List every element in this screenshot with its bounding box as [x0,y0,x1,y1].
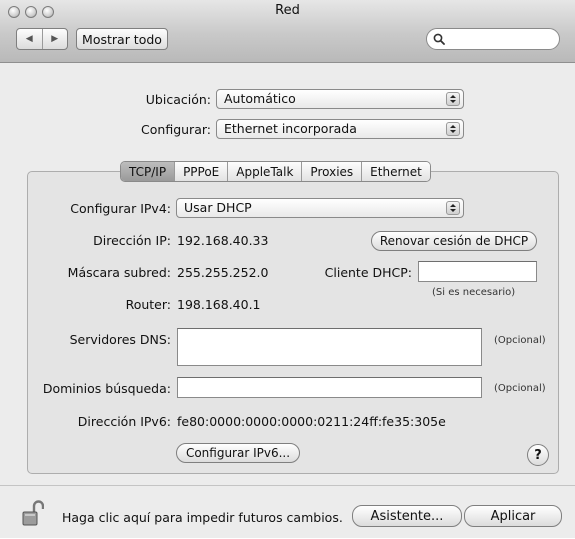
configure-ipv4-value: Usar DHCP [184,200,252,215]
window-title: Red [275,3,300,18]
configure-ipv4-popup[interactable]: Usar DHCP [176,198,464,218]
dhcp-client-field[interactable] [418,261,537,282]
popup-arrows-icon [446,201,460,215]
popup-arrows-icon [446,92,460,106]
dns-servers-label: Servidores DNS: [69,332,171,347]
network-preferences-window: Red ◀ ▶ Mostrar todo Ubicación: Automáti… [0,0,575,538]
dns-servers-field[interactable] [177,328,482,366]
router-value: 198.168.40.1 [177,297,261,312]
lock-open-icon[interactable] [22,500,44,528]
show-popup[interactable]: Ethernet incorporada [216,119,464,139]
dhcp-client-label: Cliente DHCP: [324,265,412,280]
back-arrow-icon[interactable]: ◀ [17,29,42,49]
search-icon [433,33,445,45]
title-bar: Red ◀ ▶ Mostrar todo [0,0,575,63]
popup-arrows-icon [446,122,460,136]
tab-proxies[interactable]: Proxies [301,162,362,181]
if-required-note: (Si es necesario) [432,287,516,298]
ipv6-address-label: Dirección IPv6: [77,414,171,429]
show-value: Ethernet incorporada [224,121,357,136]
configure-ipv6-button[interactable]: Configurar IPv6... [176,443,300,463]
show-all-button[interactable]: Mostrar todo [76,28,168,50]
dns-optional-note: (Opcional) [494,335,546,346]
help-icon[interactable]: ? [527,444,549,466]
tab-pppoe[interactable]: PPPoE [174,162,228,181]
search-domains-label: Dominios búsqueda: [42,381,171,396]
subnet-mask-value: 255.255.252.0 [177,265,269,280]
forward-arrow-icon[interactable]: ▶ [41,29,68,49]
assistant-button[interactable]: Asistente... [352,505,462,527]
ipv6-address-value: fe80:0000:0000:0000:0211:24ff:fe35:305e [177,414,446,429]
configure-ipv4-label: Configurar IPv4: [70,201,171,216]
lock-message[interactable]: Haga clic aquí para impedir futuros camb… [62,510,343,525]
search-input[interactable] [447,31,555,49]
renew-dhcp-lease-button[interactable]: Renovar cesión de DHCP [371,231,537,251]
ip-address-label: Dirección IP: [93,233,171,248]
subnet-mask-label: Máscara subred: [67,265,171,280]
ip-address-value: 192.168.40.33 [177,233,269,248]
show-label: Configurar: [141,122,211,137]
search-field[interactable] [426,28,560,50]
router-label: Router: [125,297,171,312]
location-label: Ubicación: [145,92,211,107]
back-forward-control: ◀ ▶ [16,28,68,50]
search-domains-optional-note: (Opcional) [494,383,546,394]
location-value: Automático [224,91,296,106]
search-domains-field[interactable] [177,377,482,398]
tab-tcpip[interactable]: TCP/IP [121,162,175,181]
location-popup[interactable]: Automático [216,89,464,109]
tab-bar: TCP/IP PPPoE AppleTalk Proxies Ethernet [120,161,431,182]
tab-appletalk[interactable]: AppleTalk [227,162,302,181]
tab-ethernet[interactable]: Ethernet [361,162,430,181]
apply-button[interactable]: Aplicar [464,505,562,527]
